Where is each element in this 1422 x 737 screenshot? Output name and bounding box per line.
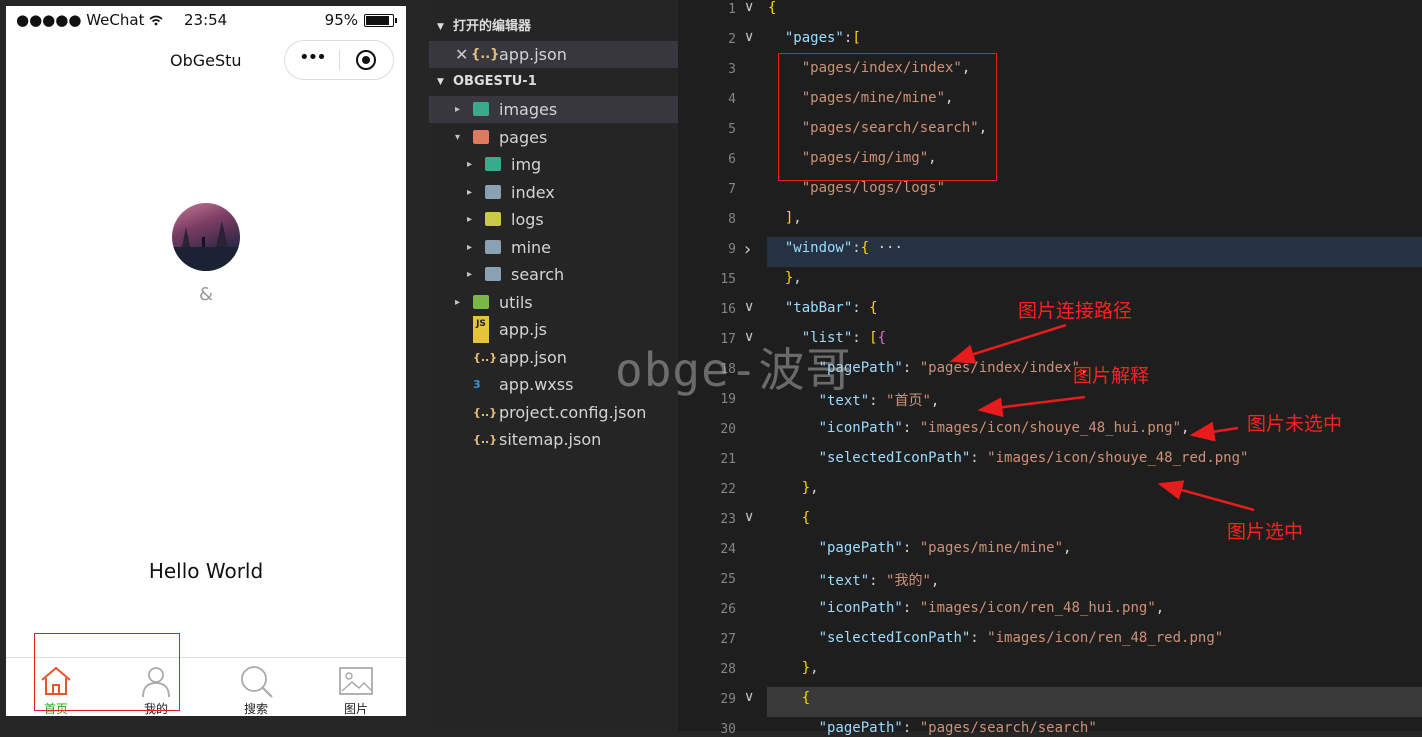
watermark: obge-波哥: [615, 343, 853, 397]
arrow-link-path: [949, 323, 1067, 364]
arrow-unselected: [1189, 421, 1239, 442]
arrow-explain: [977, 395, 1086, 418]
arrow-selected: [1157, 480, 1255, 512]
